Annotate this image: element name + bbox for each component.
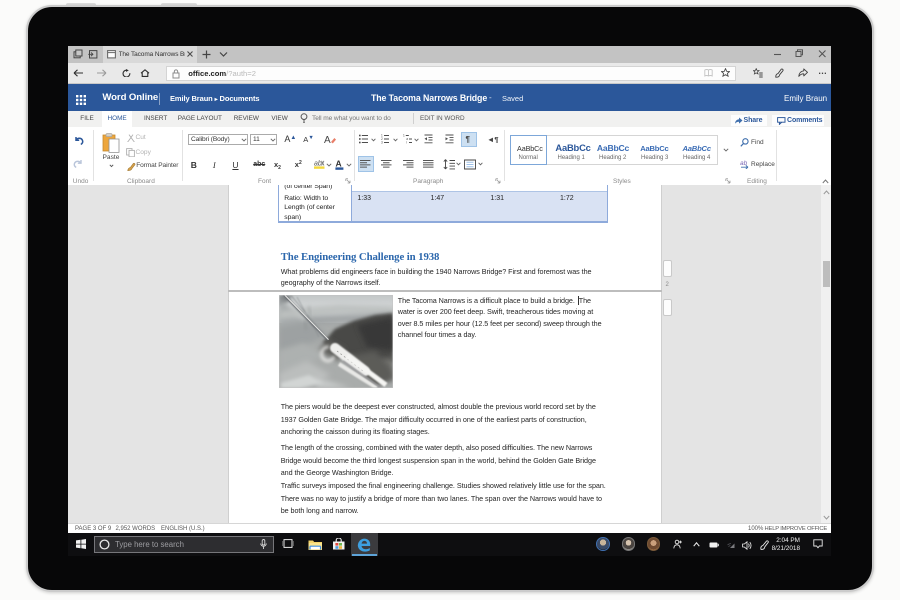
svg-text:3: 3: [381, 140, 383, 143]
svg-text:i: i: [406, 140, 407, 143]
svg-text:A: A: [324, 135, 331, 145]
svg-text:A: A: [336, 159, 342, 169]
svg-text:1: 1: [403, 134, 405, 138]
